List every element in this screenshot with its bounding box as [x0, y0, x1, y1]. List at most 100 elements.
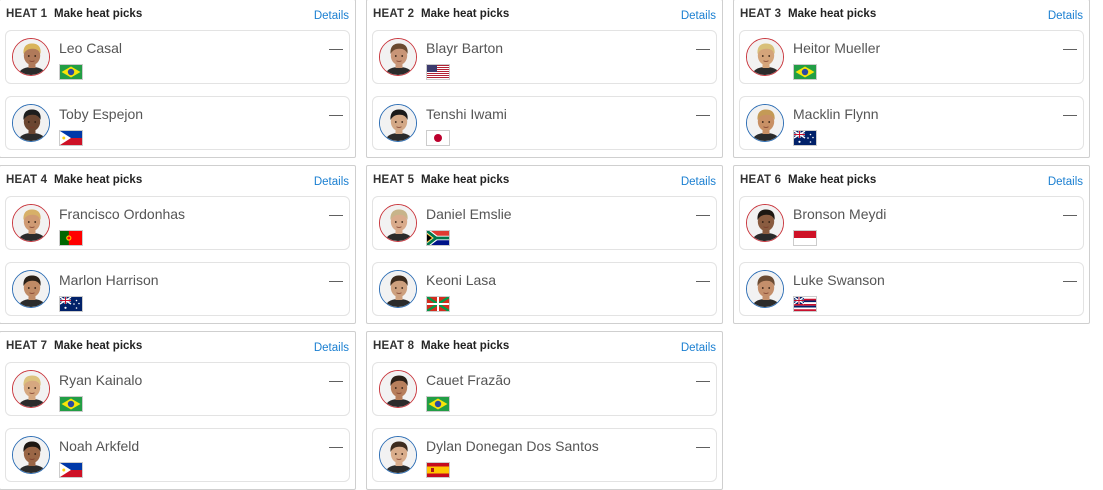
details-link[interactable]: Details: [681, 342, 716, 354]
surfer-row[interactable]: Keoni Lasa —: [372, 262, 717, 316]
make-heat-picks-link[interactable]: Make heat picks: [788, 174, 876, 186]
surfer-score: —: [696, 206, 710, 222]
heat-card: HEAT 2 Make heat picks Details Blayr Barton…: [366, 0, 723, 158]
surfer-name: Keoni Lasa: [426, 272, 497, 288]
spain-flag-icon: [426, 462, 450, 478]
surfer-row[interactable]: Luke Swanson —: [739, 262, 1084, 316]
surfer-row[interactable]: Tenshi Iwami —: [372, 96, 717, 150]
details-link[interactable]: Details: [681, 176, 716, 188]
surfer-name: Daniel Emslie: [426, 206, 512, 222]
surfer-name: Noah Arkfeld: [59, 438, 140, 454]
make-heat-picks-link[interactable]: Make heat picks: [421, 8, 509, 20]
surfer-avatar: [379, 370, 417, 408]
portugal-flag-icon: [59, 230, 83, 246]
surfer-score: —: [329, 106, 343, 122]
surfer-score: —: [696, 372, 710, 388]
details-link[interactable]: Details: [314, 10, 349, 22]
surfer-avatar: [746, 270, 784, 308]
surfer-avatar: [379, 204, 417, 242]
surfer-avatar: [379, 104, 417, 142]
surfer-row[interactable]: Macklin Flynn —: [739, 96, 1084, 150]
make-heat-picks-link[interactable]: Make heat picks: [54, 174, 142, 186]
surfer-avatar: [379, 270, 417, 308]
surfer-avatar: [379, 436, 417, 474]
heat-card: HEAT 5 Make heat picks Details Daniel Emsli…: [366, 165, 723, 324]
heat-number: HEAT 8: [373, 340, 415, 352]
heat-card: HEAT 7 Make heat picks Details Ryan Kainalo…: [0, 331, 356, 490]
heat-number: HEAT 6: [740, 174, 782, 186]
surfer-name: Blayr Barton: [426, 40, 504, 56]
make-heat-picks-link[interactable]: Make heat picks: [421, 340, 509, 352]
surfer-row[interactable]: Ryan Kainalo —: [5, 362, 350, 416]
make-heat-picks-link[interactable]: Make heat picks: [421, 174, 509, 186]
heat-number: HEAT 3: [740, 8, 782, 20]
heat-number: HEAT 1: [6, 8, 48, 20]
surfer-name: Marlon Harrison: [59, 272, 159, 288]
surfer-row[interactable]: Leo Casal —: [5, 30, 350, 84]
surfer-row[interactable]: Francisco Ordonhas —: [5, 196, 350, 250]
brazil-flag-icon: [59, 396, 83, 412]
heat-header: HEAT 8 Make heat picks Details: [373, 340, 716, 356]
heat-header: HEAT 2 Make heat picks Details: [373, 8, 716, 24]
details-link[interactable]: Details: [1048, 176, 1083, 188]
surfer-score: —: [329, 438, 343, 454]
australia-flag-icon: [793, 130, 817, 146]
heat-header: HEAT 6 Make heat picks Details: [740, 174, 1083, 190]
australia-flag-icon: [59, 296, 83, 312]
philippines-flag-icon: [59, 130, 83, 146]
japan-flag-icon: [426, 130, 450, 146]
heat-number: HEAT 7: [6, 340, 48, 352]
heat-card: HEAT 6 Make heat picks Details Bronson Meyd…: [733, 165, 1090, 324]
surfer-row[interactable]: Marlon Harrison —: [5, 262, 350, 316]
surfer-name: Luke Swanson: [793, 272, 885, 288]
surfer-score: —: [696, 106, 710, 122]
heat-header: HEAT 4 Make heat picks Details: [6, 174, 349, 190]
surfer-row[interactable]: Heitor Mueller —: [739, 30, 1084, 84]
make-heat-picks-link[interactable]: Make heat picks: [788, 8, 876, 20]
heat-card: HEAT 8 Make heat picks Details Cauet Frazão…: [366, 331, 723, 490]
surfer-score: —: [1063, 272, 1077, 288]
surfer-row[interactable]: Dylan Donegan Dos Santos —: [372, 428, 717, 482]
brazil-flag-icon: [59, 64, 83, 80]
surfer-avatar: [12, 370, 50, 408]
surfer-row[interactable]: Toby Espejon —: [5, 96, 350, 150]
surfer-name: Heitor Mueller: [793, 40, 881, 56]
details-link[interactable]: Details: [314, 342, 349, 354]
heat-card: HEAT 4 Make heat picks Details Francisco Or…: [0, 165, 356, 324]
details-link[interactable]: Details: [681, 10, 716, 22]
surfer-row[interactable]: Noah Arkfeld —: [5, 428, 350, 482]
details-link[interactable]: Details: [1048, 10, 1083, 22]
surfer-avatar: [379, 38, 417, 76]
surfer-name: Dylan Donegan Dos Santos: [426, 438, 599, 454]
surfer-avatar: [12, 104, 50, 142]
heat-header: HEAT 1 Make heat picks Details: [6, 8, 349, 24]
surfer-score: —: [1063, 40, 1077, 56]
usa-flag-icon: [426, 64, 450, 80]
surfer-name: Bronson Meydi: [793, 206, 887, 222]
surfer-score: —: [329, 206, 343, 222]
make-heat-picks-link[interactable]: Make heat picks: [54, 8, 142, 20]
details-link[interactable]: Details: [314, 176, 349, 188]
heat-card: HEAT 3 Make heat picks Details Heitor Muell…: [733, 0, 1090, 158]
surfer-row[interactable]: Daniel Emslie —: [372, 196, 717, 250]
indonesia-flag-icon: [793, 230, 817, 246]
brazil-flag-icon: [426, 396, 450, 412]
surfer-avatar: [12, 38, 50, 76]
surfer-avatar: [12, 436, 50, 474]
surfer-name: Francisco Ordonhas: [59, 206, 186, 222]
basque-flag-icon: [426, 295, 450, 313]
heat-card: HEAT 1 Make heat picks Details Leo Casal — To…: [0, 0, 356, 158]
surfer-row[interactable]: Bronson Meydi —: [739, 196, 1084, 250]
hawaii-flag-icon: [793, 296, 817, 312]
surfer-score: —: [1063, 106, 1077, 122]
surfer-row[interactable]: Blayr Barton —: [372, 30, 717, 84]
surfer-row[interactable]: Cauet Frazão —: [372, 362, 717, 416]
heat-header: HEAT 7 Make heat picks Details: [6, 340, 349, 356]
heat-number: HEAT 2: [373, 8, 415, 20]
make-heat-picks-link[interactable]: Make heat picks: [54, 340, 142, 352]
heat-header: HEAT 5 Make heat picks Details: [373, 174, 716, 190]
surfer-avatar: [12, 204, 50, 242]
surfer-avatar: [746, 204, 784, 242]
philippines-flag-icon: [59, 462, 83, 478]
surfer-score: —: [696, 272, 710, 288]
